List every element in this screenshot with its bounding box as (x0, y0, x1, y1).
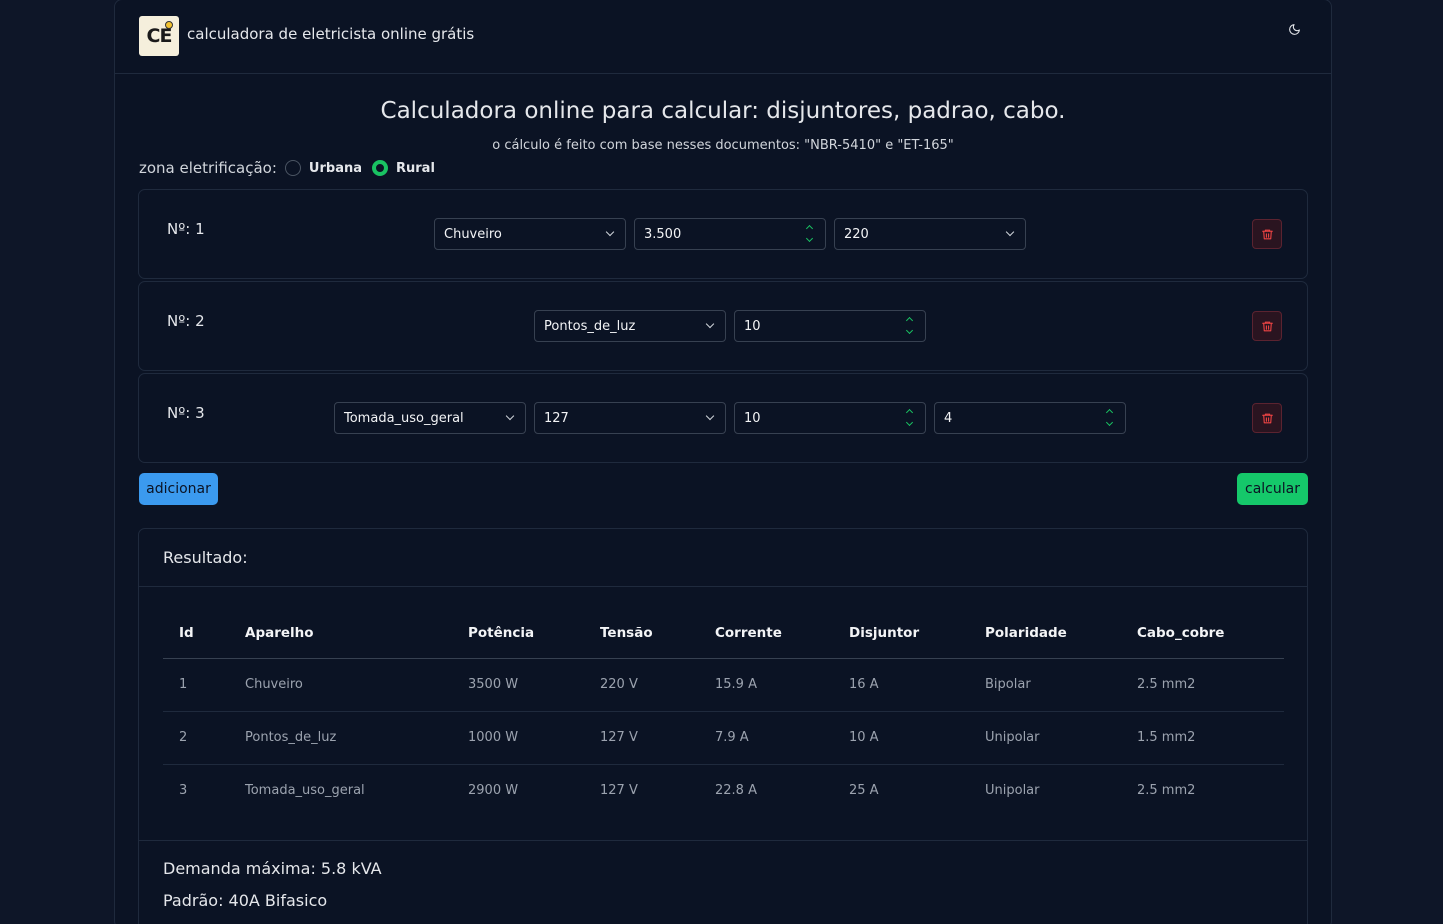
chevron-down-icon (1005, 227, 1015, 237)
item-card-3: Nº: 3 Tomada_uso_geral 127 10 4 (138, 373, 1308, 463)
table-row: 2 Pontos_de_luz 1000 W 127 V 7.9 A 10 A … (163, 711, 1284, 765)
spinner-icon[interactable] (905, 406, 915, 430)
power-value: 3.500 (644, 226, 682, 242)
column-header: Aparelho (229, 609, 452, 659)
table-cell: 2 (163, 711, 229, 765)
table-cell: 22.8 A (715, 783, 757, 799)
appliance-select[interactable]: Chuveiro (434, 218, 626, 250)
table-header-row: Id Aparelho Potência Tensão Corrente Dis… (163, 609, 1284, 659)
item-number: Nº: 1 (167, 220, 205, 238)
column-header: Disjuntor (833, 609, 969, 659)
table-cell: 1 (163, 658, 229, 712)
calculate-button[interactable]: calcular (1237, 473, 1308, 505)
result-title: Resultado: (139, 529, 1307, 587)
table-cell: 127 V (600, 783, 638, 799)
quantity-value: 10 (744, 318, 761, 334)
table-cell: 2.5 mm2 (1121, 658, 1284, 712)
spinner-icon[interactable] (805, 222, 815, 246)
table-cell: 3500 W (452, 658, 584, 712)
table-cell: 7.9 A (699, 711, 833, 765)
radio-urbana[interactable] (284, 160, 301, 176)
zone-label: zona eletrificação: (139, 159, 277, 177)
table-cell: 127 V (584, 711, 699, 765)
extra-input[interactable]: 4 (934, 402, 1126, 434)
quantity-input[interactable]: 10 (734, 402, 926, 434)
page-subtitle: o cálculo é feito com base nesses docume… (492, 138, 954, 153)
item-card-1: Nº: 1 Chuveiro 3.500 220 (138, 189, 1308, 279)
chevron-down-icon (705, 319, 715, 329)
table-cell: 2.5 mm2 (1137, 783, 1196, 799)
result-table: Id Aparelho Potência Tensão Corrente Dis… (163, 609, 1284, 817)
table-cell: 1.5 mm2 (1121, 711, 1284, 765)
result-summary: Demanda máxima: 5.8 kVA Padrão: 40A Bifa… (139, 840, 1307, 923)
zone-selector: zona eletrificação: Urbana Rural (139, 159, 437, 177)
table-cell: 15.9 A (699, 658, 833, 712)
quantity-input[interactable]: 10 (734, 310, 926, 342)
table-cell: Bipolar (969, 658, 1121, 712)
bulb-icon (165, 21, 173, 29)
appliance-select[interactable]: Tomada_uso_geral (334, 402, 526, 434)
page-title: Calculadora online para calcular: disjun… (380, 98, 1066, 124)
max-demand: Demanda máxima: 5.8 kVA (163, 859, 382, 878)
result-card: Resultado: Id Aparelho Potência Tensão C… (138, 528, 1308, 924)
table-cell: Unipolar (969, 711, 1121, 765)
appliance-value: Pontos_de_luz (544, 318, 636, 334)
trash-icon (1261, 413, 1273, 423)
column-header: Potência (452, 609, 584, 659)
moon-icon[interactable] (1285, 20, 1303, 38)
table-cell: 3 (179, 783, 188, 799)
column-header: Polaridade (969, 609, 1121, 659)
table-cell: 220 V (584, 658, 699, 712)
navbar: CE calculadora de eletricista online grá… (115, 0, 1331, 74)
table-cell: 16 A (833, 658, 969, 712)
table-row: 3 Tomada_uso_geral 2900 W 127 V 22.8 A 2… (163, 764, 1284, 817)
voltage-value: 127 (544, 410, 569, 426)
radio-urbana-label[interactable]: Urbana (309, 161, 362, 176)
standard-entry: Padrão: 40A Bifasico (163, 891, 328, 910)
column-header: Corrente (699, 609, 833, 659)
column-header: Cabo_cobre (1121, 609, 1284, 659)
delete-button[interactable] (1252, 219, 1282, 249)
radio-rural-label[interactable]: Rural (396, 161, 435, 176)
quantity-value: 10 (744, 410, 761, 426)
spinner-icon[interactable] (1105, 406, 1115, 430)
extra-value: 4 (944, 410, 953, 426)
voltage-value: 220 (844, 226, 869, 242)
radio-rural[interactable] (372, 160, 388, 176)
delete-button[interactable] (1252, 311, 1282, 341)
table-row: 1 Chuveiro 3500 W 220 V 15.9 A 16 A Bipo… (163, 658, 1284, 712)
logo[interactable]: CE (139, 16, 179, 56)
delete-button[interactable] (1252, 403, 1282, 433)
item-number: Nº: 2 (167, 312, 205, 330)
table-cell: Unipolar (985, 783, 1040, 799)
chevron-down-icon (705, 411, 715, 421)
table-cell: Tomada_uso_geral (245, 783, 365, 799)
table-cell: Chuveiro (229, 658, 452, 712)
brand-title[interactable]: calculadora de eletricista online grátis (187, 25, 474, 43)
add-button[interactable]: adicionar (139, 473, 218, 505)
column-header: Tensão (584, 609, 699, 659)
column-header: Id (163, 609, 229, 659)
spinner-icon[interactable] (905, 314, 915, 338)
page-container: CE calculadora de eletricista online grá… (114, 0, 1332, 924)
appliance-value: Chuveiro (444, 226, 502, 242)
power-input[interactable]: 3.500 (634, 218, 826, 250)
voltage-select[interactable]: 220 (834, 218, 1026, 250)
appliance-select[interactable]: Pontos_de_luz (534, 310, 726, 342)
table-cell: 1000 W (452, 711, 584, 765)
voltage-select[interactable]: 127 (534, 402, 726, 434)
appliance-value: Tomada_uso_geral (344, 410, 464, 426)
item-number: Nº: 3 (167, 404, 205, 422)
table-cell: 2900 W (468, 783, 519, 799)
item-card-2: Nº: 2 Pontos_de_luz 10 (138, 281, 1308, 371)
table-cell: 25 A (849, 783, 879, 799)
chevron-down-icon (605, 227, 615, 237)
table-cell: Pontos_de_luz (229, 711, 452, 765)
trash-icon (1261, 229, 1273, 239)
chevron-down-icon (505, 411, 515, 421)
trash-icon (1261, 321, 1273, 331)
table-cell: 10 A (833, 711, 969, 765)
